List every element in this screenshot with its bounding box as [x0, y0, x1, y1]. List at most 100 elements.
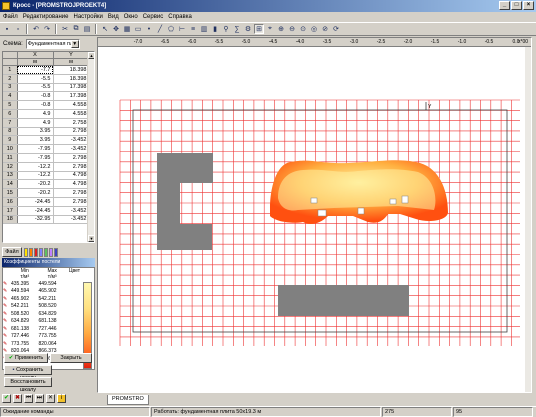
palette-file-button[interactable]: Файл [2, 247, 22, 257]
scroll-down-icon[interactable]: ▼ [88, 235, 94, 242]
cell-y[interactable]: -3.452 [53, 135, 90, 146]
table-row[interactable]: 7 4.9 2.758 [3, 118, 90, 128]
palette-swatch[interactable] [54, 247, 58, 257]
palette-swatch[interactable] [34, 247, 38, 257]
close-button[interactable]: × [523, 1, 534, 10]
table-row[interactable]: 6 4.9 4.558 [3, 109, 90, 119]
legend-row[interactable]: ✎ 773.755 820.064 [3, 340, 83, 348]
palette-swatch[interactable] [39, 247, 43, 257]
cell-x[interactable]: -5.5 [17, 83, 54, 93]
palette-swatch[interactable] [29, 247, 33, 257]
table-row[interactable]: 2 -5.5 18.398 [3, 74, 90, 84]
cell-x[interactable]: -0.8 [17, 100, 54, 110]
cell-y[interactable]: -3.452 [53, 144, 90, 154]
cell-x[interactable]: 3.95 [17, 135, 54, 146]
cell-y[interactable]: 18.398 [53, 74, 90, 84]
legend-row[interactable]: ✎ 542.211 508.520 [3, 303, 83, 311]
edit-icon[interactable]: ✎ [3, 318, 11, 326]
legend-row[interactable]: ✎ 435.395 449.594 [3, 280, 83, 288]
table-row[interactable]: 11 -7.95 2.798 [3, 153, 90, 163]
cell-x[interactable]: -12.2 [17, 162, 54, 172]
snap-icon[interactable]: ⌖ [265, 24, 275, 34]
line-icon[interactable]: ╱ [155, 24, 165, 34]
copy-icon[interactable]: ⧉ [71, 24, 81, 34]
close-legend-button[interactable]: Закрыть [50, 353, 92, 363]
cut-icon[interactable]: ✂ [60, 24, 70, 34]
chevron-down-icon[interactable]: ▼ [70, 39, 79, 48]
maximize-button[interactable]: □ [511, 1, 522, 10]
menu-edit[interactable]: Редактирование [23, 14, 69, 20]
edit-icon[interactable]: ✎ [3, 333, 11, 341]
palette-swatch[interactable] [24, 247, 28, 257]
table-row[interactable]: 13 -12.2 4.798 [3, 171, 90, 181]
cell-x[interactable]: -24.45 [17, 206, 54, 216]
grid-icon[interactable]: ▦ [122, 24, 132, 34]
minimize-button[interactable]: _ [499, 1, 510, 10]
cell-y[interactable]: -3.452 [53, 206, 90, 216]
cell-x[interactable]: 4.9 [17, 118, 54, 128]
schema-select[interactable]: Фундаментная плит ▼ [25, 38, 80, 49]
undo-icon[interactable]: ↶ [31, 24, 41, 34]
cell-x[interactable]: 3.95 [17, 127, 54, 137]
cell-y[interactable]: 4.798 [53, 171, 90, 181]
menu-view[interactable]: Вид [108, 14, 119, 20]
cell-y[interactable]: 2.798 [53, 127, 90, 137]
palette-swatch[interactable] [44, 247, 48, 257]
legend-row[interactable]: ✎ 449.594 465.902 [3, 288, 83, 296]
table-row[interactable]: 3 -5.5 17.398 [3, 83, 90, 93]
table-row[interactable]: 1 -7.7 18.398 [3, 65, 90, 75]
cell-y[interactable]: 2.798 [53, 162, 90, 172]
edit-icon[interactable]: ✎ [3, 340, 11, 348]
tab-promstro[interactable]: PROMSTRO [107, 395, 149, 405]
cell-y[interactable]: 2.798 [53, 197, 90, 207]
drawing-canvas[interactable]: x*00 -7.0 -6.5 -6.0 -5.5 -5.0 -4.5 -4.0 -3.5 -3.… [97, 37, 532, 393]
refresh-icon[interactable]: ⟳ [331, 24, 341, 34]
cell-x[interactable]: -7.95 [17, 144, 54, 154]
info-icon[interactable]: i [57, 394, 66, 403]
menu-service[interactable]: Сервис [143, 14, 164, 20]
table-row[interactable]: 5 -0.8 4.558 [3, 100, 90, 110]
chart-icon[interactable]: ▮ [210, 24, 220, 34]
cell-y[interactable]: 4.798 [53, 179, 90, 190]
calc-icon[interactable]: ∑ [232, 24, 242, 34]
paste-icon[interactable]: ▤ [82, 24, 92, 34]
menu-file[interactable]: Файл [3, 14, 18, 20]
pointer-icon[interactable]: ↖ [100, 24, 110, 34]
legend-row[interactable]: ✎ 727.446 773.755 [3, 333, 83, 341]
canvas-scrollbar[interactable] [525, 47, 531, 392]
table-row[interactable]: 8 3.95 2.798 [3, 127, 90, 137]
settings-icon[interactable]: ⚙ [243, 24, 253, 34]
cell-x[interactable]: -24.45 [17, 197, 54, 207]
edit-icon[interactable]: ✎ [3, 310, 11, 318]
cell-x[interactable]: -12.2 [17, 171, 54, 181]
cell-x[interactable]: -7.95 [17, 153, 54, 163]
legend-row[interactable]: ✎ 508.520 634.829 [3, 310, 83, 318]
legend-row[interactable]: ✎ 681.138 727.446 [3, 325, 83, 333]
edit-icon[interactable]: ✎ [3, 280, 11, 288]
edit-icon[interactable]: ✎ [3, 288, 11, 296]
cancel-icon[interactable]: ✖ [13, 394, 22, 403]
edit-icon[interactable]: ✎ [3, 295, 11, 303]
cell-x[interactable]: -20.2 [17, 179, 54, 190]
table-icon[interactable]: ▥ [199, 24, 209, 34]
zoom-out-icon[interactable]: ⊖ [287, 24, 297, 34]
edit-icon[interactable]: ✎ [3, 303, 11, 311]
accept-icon[interactable]: ✔ [2, 394, 11, 403]
table-row[interactable]: 16 -24.45 2.798 [3, 197, 90, 207]
legend-row[interactable]: ✎ 634.829 681.138 [3, 318, 83, 326]
delete-icon[interactable]: ✕ [46, 394, 55, 403]
save-icon[interactable]: ▪ [2, 24, 12, 34]
apply-button[interactable]: ✔ Применить [4, 353, 48, 363]
menu-help[interactable]: Справка [168, 14, 192, 20]
cell-x[interactable]: -7.7 [17, 65, 54, 75]
table-row[interactable]: 12 -12.2 2.798 [3, 162, 90, 172]
zoom-prev-icon[interactable]: ⊘ [320, 24, 330, 34]
table-row[interactable]: 14 -20.2 4.798 [3, 179, 90, 190]
table-row[interactable]: 17 -24.45 -3.452 [3, 206, 90, 216]
first-icon[interactable]: ⏮ [24, 394, 33, 403]
cell-y[interactable]: 2.798 [53, 153, 90, 163]
grid-toggle-icon[interactable]: ⊞ [254, 24, 264, 34]
measure-icon[interactable]: ⊢ [177, 24, 187, 34]
table-row[interactable]: 18 -32.95 -3.452 [3, 215, 90, 225]
table-row[interactable]: 9 3.95 -3.452 [3, 135, 90, 146]
